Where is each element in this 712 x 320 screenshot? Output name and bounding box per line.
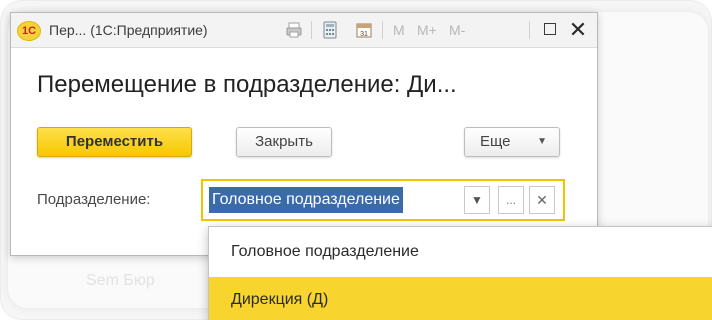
clear-icon: ✕: [536, 192, 548, 208]
department-combobox[interactable]: Головное подразделение ▼ ... ✕: [201, 179, 565, 221]
maximize-icon[interactable]: [544, 23, 556, 35]
chevron-down-icon: ▼: [537, 136, 547, 147]
select-button[interactable]: ...: [498, 186, 524, 214]
move-button[interactable]: Переместить: [37, 127, 192, 157]
toolbar-separator: [382, 21, 383, 39]
department-input[interactable]: Головное подразделение: [209, 187, 403, 213]
svg-text:31: 31: [360, 31, 368, 38]
form-title: Перемещение в подразделение: Ди...: [37, 71, 457, 98]
calendar-icon[interactable]: 31: [355, 21, 373, 39]
more-button-label: Еще: [480, 133, 511, 150]
dropdown-item-highlighted[interactable]: Дирекция (Д): [209, 277, 712, 320]
window-title: Пер... (1С:Предприятие): [49, 22, 208, 38]
department-label: Подразделение:: [37, 191, 151, 208]
dropdown-list: Головное подразделение Дирекция (Д): [208, 226, 712, 320]
background-ghost-text: Sem Бюр: [86, 272, 155, 289]
print-icon[interactable]: [285, 21, 303, 39]
dropdown-button[interactable]: ▼: [464, 186, 490, 214]
memory-m-button[interactable]: M: [393, 13, 405, 47]
memory-m-plus-button[interactable]: M+: [417, 13, 437, 47]
memory-m-minus-button[interactable]: M-: [449, 13, 465, 47]
close-icon[interactable]: ✕: [567, 15, 589, 45]
toolbar-separator: [311, 21, 312, 39]
close-button[interactable]: Закрыть: [236, 127, 332, 157]
more-button[interactable]: Еще ▼: [464, 127, 560, 157]
logo-1c-icon[interactable]: 1С: [17, 21, 41, 41]
toolbar-separator: [529, 21, 530, 39]
calculator-icon[interactable]: [321, 21, 339, 39]
clear-button[interactable]: ✕: [529, 186, 555, 214]
title-bar: 1С Пер... (1С:Предприятие) 31 M M+ M- ✕: [11, 13, 597, 48]
chevron-down-icon: ▼: [471, 193, 483, 207]
dropdown-item[interactable]: Головное подразделение: [209, 229, 712, 275]
screenshot-stage: Sem Бюр 1С Пер... (1С:Предприятие) 31 M …: [0, 0, 712, 320]
dialog-window: 1С Пер... (1С:Предприятие) 31 M M+ M- ✕ …: [10, 12, 598, 256]
